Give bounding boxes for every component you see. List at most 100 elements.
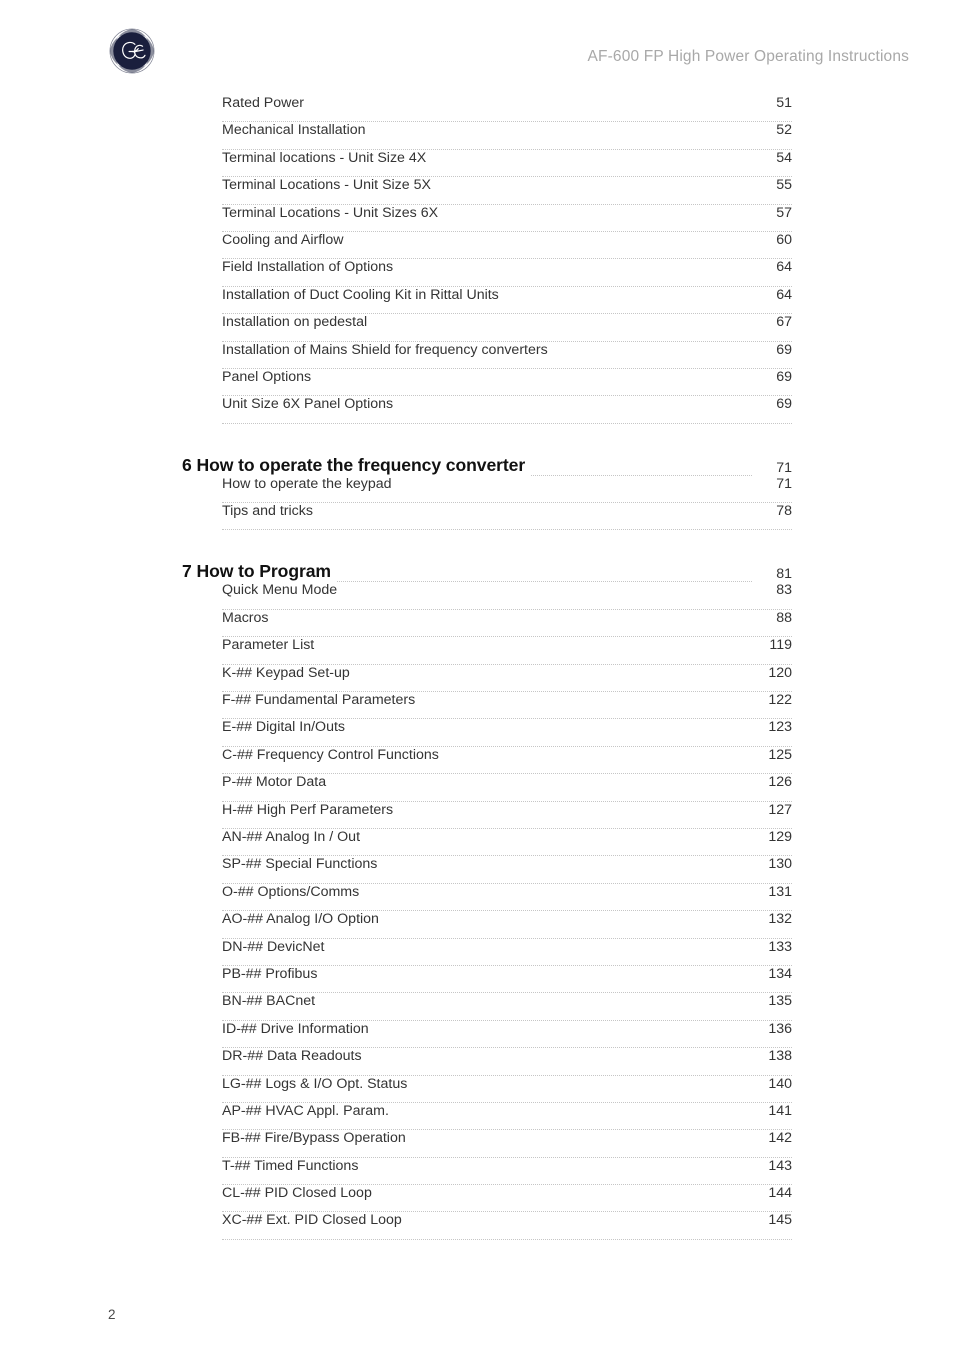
toc-entry-label: ID-## Drive Information (222, 1020, 375, 1037)
toc-leader-dots (383, 867, 752, 868)
toc-entry-row[interactable]: K-## Keypad Set-up 120 (222, 664, 792, 693)
toc-page-number: 83 (752, 582, 792, 599)
toc-chapter-row[interactable]: 6 How to operate the frequency converter… (182, 445, 792, 476)
toc-entry-row[interactable]: DN-## DevicNet 133 (222, 938, 792, 966)
toc-entry-row[interactable]: LG-## Logs & I/O Opt. Status 140 (222, 1075, 792, 1103)
toc-entry-label: Mechanical Installation (222, 122, 372, 139)
toc-entry-row[interactable]: Terminal Locations - Unit Sizes 6X 57 (222, 204, 792, 232)
toc-leader-dots (275, 621, 752, 622)
toc-page-number: 141 (752, 1102, 792, 1119)
toc-entry-row[interactable]: Macros 88 (222, 609, 792, 638)
toc-entry-row[interactable]: FB-## Fire/Bypass Operation 142 (222, 1130, 792, 1158)
toc-entry-label: SP-## Special Functions (222, 856, 384, 873)
toc-page-number: 60 (752, 231, 792, 248)
toc-page-number: 119 (752, 637, 792, 654)
toc-entry-label: T-## Timed Functions (222, 1157, 365, 1174)
toc-entry-row[interactable]: H-## High Perf Parameters 127 (222, 801, 792, 829)
toc-entry-row[interactable]: O-## Options/Comms 131 (222, 883, 792, 912)
toc-entry-label: PB-## Profibus (222, 965, 324, 982)
toc-entry-label: Quick Menu Mode (222, 582, 344, 599)
toc-entry-row[interactable]: CL-## PID Closed Loop 144 (222, 1185, 792, 1213)
toc-leader-dots (444, 216, 752, 217)
toc-leader-dots (319, 514, 752, 515)
toc-entry-label: How to operate the keypad (222, 475, 398, 492)
toc-entry-row[interactable]: Terminal Locations - Unit Size 5X 55 (222, 177, 792, 205)
toc-page-number: 140 (752, 1075, 792, 1092)
toc-entry-label: Rated Power (222, 95, 311, 111)
toc-page-number: 133 (752, 938, 792, 955)
toc-entry-label: Panel Options (222, 368, 318, 385)
toc-entry-row[interactable]: Cooling and Airflow 60 (222, 231, 792, 260)
toc-leader-dots (373, 325, 752, 326)
page-header: AF-600 FP High Power Operating Instructi… (0, 0, 954, 95)
toc-entry-row[interactable]: Mechanical Installation 52 (222, 122, 792, 150)
toc-leader-dots (445, 758, 752, 759)
toc-entry-row[interactable]: ID-## Drive Information 136 (222, 1020, 792, 1049)
toc-row-rule (222, 422, 792, 424)
toc-entry-row[interactable]: Panel Options 69 (222, 368, 792, 397)
toc-entry-row[interactable]: E-## Digital In/Outs 123 (222, 719, 792, 747)
toc-entry-row[interactable]: T-## Timed Functions 143 (222, 1157, 792, 1186)
toc-entry-row[interactable]: Unit Size 6X Panel Options 69 (222, 396, 792, 424)
toc-entry-row[interactable]: Terminal locations - Unit Size 4X 54 (222, 149, 792, 178)
toc-entry-row[interactable]: Quick Menu Mode 83 (222, 582, 792, 610)
toc-page-number: 51 (752, 95, 792, 111)
toc-entry-row[interactable]: XC-## Ext. PID Closed Loop 145 (222, 1212, 792, 1240)
toc-entry-row[interactable]: Installation of Duct Cooling Kit in Ritt… (222, 286, 792, 315)
toc-entry-label: Unit Size 6X Panel Options (222, 396, 400, 413)
ge-monogram-icon (108, 27, 156, 75)
toc-entry-label: O-## Options/Comms (222, 883, 366, 900)
toc-page-number: 78 (752, 503, 792, 520)
toc-leader-dots (320, 648, 752, 649)
toc-entry-row[interactable]: C-## Frequency Control Functions 125 (222, 746, 792, 775)
toc-leader-dots (408, 1223, 752, 1224)
toc-leader-dots (399, 813, 752, 814)
toc-entry-row[interactable]: Tips and tricks 78 (222, 503, 792, 531)
toc-entry-label: Installation on pedestal (222, 314, 374, 331)
toc-entry-row[interactable]: BN-## BACnet 135 (222, 993, 792, 1021)
toc-row-rule (222, 1238, 792, 1240)
toc-leader-dots (399, 407, 752, 408)
toc-entry-label: H-## High Perf Parameters (222, 801, 400, 818)
toc-leader-dots (412, 1141, 752, 1142)
toc-entry-row[interactable]: Parameter List 119 (222, 637, 792, 665)
toc-chapter-row[interactable]: 7 How to Program 81 (182, 551, 792, 583)
toc-entry-row[interactable]: Field Installation of Options 64 (222, 259, 792, 287)
toc-entry-row[interactable]: DR-## Data Readouts 138 (222, 1048, 792, 1076)
toc-entry-row[interactable]: Installation on pedestal 67 (222, 314, 792, 342)
toc-page-number: 134 (752, 965, 792, 982)
toc-leader-dots (554, 353, 752, 354)
toc-entry-row[interactable]: How to operate the keypad 71 (222, 475, 792, 504)
toc-entry-label: P-## Motor Data (222, 774, 333, 791)
toc-entry-label: Macros (222, 609, 275, 626)
toc-entry-row[interactable]: PB-## Profibus 134 (222, 965, 792, 994)
table-of-contents: Rated Power 51 Mechanical Installation 52 Te… (0, 95, 954, 1240)
toc-entry-label: DN-## DevicNet (222, 938, 331, 955)
toc-page-number: 132 (752, 911, 792, 928)
toc-leader-dots (321, 1004, 752, 1005)
toc-entry-row[interactable]: SP-## Special Functions 130 (222, 856, 792, 884)
toc-page-number: 55 (752, 177, 792, 194)
toc-page-number: 67 (752, 314, 792, 331)
page-title: AF-600 FP High Power Operating Instructi… (587, 48, 909, 65)
toc-entry-label: Terminal locations - Unit Size 4X (222, 149, 433, 166)
toc-page-number: 123 (752, 719, 792, 736)
toc-entry-row[interactable]: Installation of Mains Shield for frequen… (222, 341, 792, 369)
toc-leader-dots (349, 243, 752, 244)
toc-page-number: 64 (752, 259, 792, 276)
toc-page-number: 57 (752, 204, 792, 221)
toc-page-number: 81 (752, 566, 792, 583)
toc-page-number: 135 (752, 993, 792, 1010)
toc-entry-row[interactable]: AN-## Analog In / Out 129 (222, 828, 792, 857)
toc-page-number: 69 (752, 368, 792, 385)
toc-entry-label: E-## Digital In/Outs (222, 719, 352, 736)
toc-entry-row[interactable]: AP-## HVAC Appl. Param. 141 (222, 1102, 792, 1131)
toc-entry-label: Installation of Mains Shield for frequen… (222, 341, 554, 358)
toc-leader-dots (375, 1032, 752, 1033)
toc-entry-row[interactable]: AO-## Analog I/O Option 132 (222, 911, 792, 939)
toc-entry-row[interactable]: F-## Fundamental Parameters 122 (222, 692, 792, 720)
toc-entry-row[interactable]: P-## Motor Data 126 (222, 774, 792, 802)
toc-row-rule (222, 608, 792, 610)
toc-entry-label: C-## Frequency Control Functions (222, 746, 445, 763)
toc-entry-row[interactable]: Rated Power 51 (222, 95, 792, 123)
